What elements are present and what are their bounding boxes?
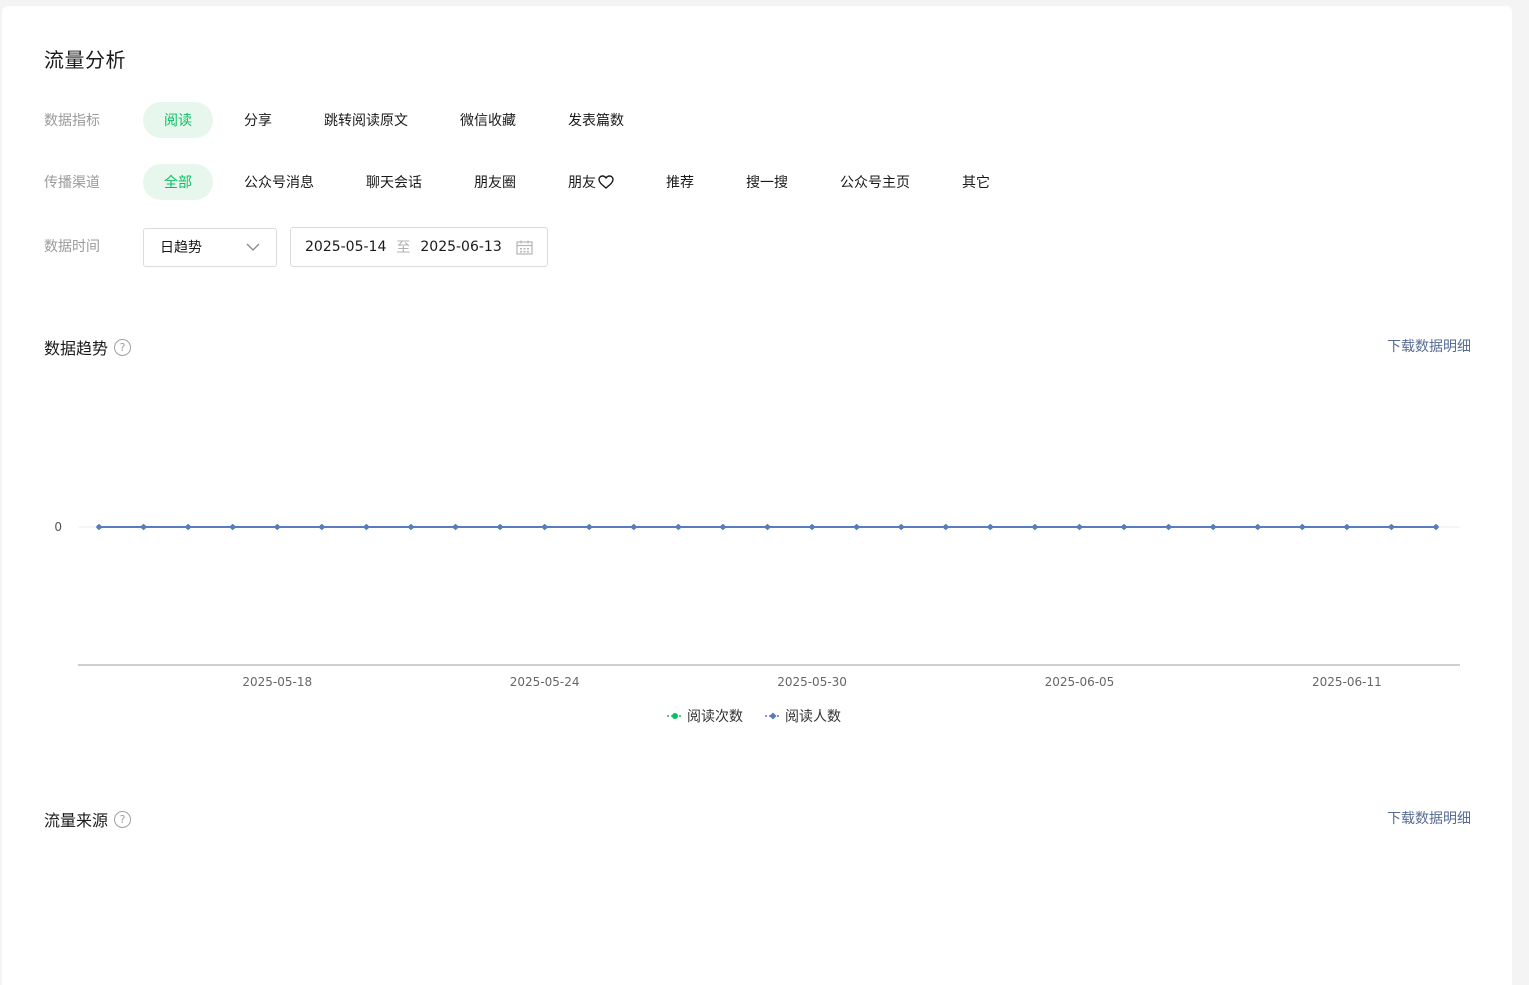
source-section-title: 流量来源 ? xyxy=(44,807,132,831)
point-s1-24 xyxy=(1165,523,1172,531)
chart-legend: 阅读次数 阅读人数 xyxy=(667,706,841,726)
point-s1-16 xyxy=(808,523,816,531)
point-s1-0 xyxy=(95,523,103,531)
point-s1-26 xyxy=(1254,523,1261,531)
point-s1-30 xyxy=(1432,523,1440,531)
point-s1-13 xyxy=(675,523,682,531)
point-s1-27 xyxy=(1299,523,1306,531)
x-tick-label-3: 2025-06-05 xyxy=(1045,675,1115,689)
point-s1-11 xyxy=(586,523,593,531)
point-s1-15 xyxy=(764,523,771,531)
point-s1-4 xyxy=(274,523,281,531)
point-s1-20 xyxy=(987,523,994,531)
x-tick-label-1: 2025-05-24 xyxy=(510,675,580,689)
point-s1-21 xyxy=(1031,523,1039,531)
point-s1-18 xyxy=(898,523,905,531)
point-s1-17 xyxy=(853,523,860,531)
x-tick-label-2: 2025-05-30 xyxy=(777,675,847,689)
legend-read-count-label: 阅读次数 xyxy=(687,709,743,725)
point-s1-25 xyxy=(1209,523,1217,531)
x-tick-label-0: 2025-05-18 xyxy=(242,675,312,689)
point-s1-14 xyxy=(719,523,727,531)
help-icon[interactable]: ? xyxy=(114,810,132,828)
point-s1-8 xyxy=(452,523,459,531)
legend-readers-label: 阅读人数 xyxy=(785,709,841,725)
y-tick-label: 0 xyxy=(54,520,62,534)
legend-item-read-count[interactable]: 阅读次数 xyxy=(667,706,743,726)
point-s1-7 xyxy=(407,523,415,531)
point-s1-3 xyxy=(229,523,236,531)
source-title-text: 流量来源 xyxy=(44,811,109,830)
point-s1-12 xyxy=(630,523,637,531)
point-s1-28 xyxy=(1343,523,1351,531)
legend-readers-marker xyxy=(765,712,781,720)
point-s1-29 xyxy=(1388,523,1395,531)
x-tick-label-4: 2025-06-11 xyxy=(1312,675,1382,689)
point-s1-23 xyxy=(1120,523,1128,531)
source-download-link[interactable]: 下载数据明细 xyxy=(1387,808,1471,828)
point-s1-22 xyxy=(1076,523,1083,531)
point-s1-1 xyxy=(140,523,147,531)
legend-item-readers[interactable]: 阅读人数 xyxy=(765,706,841,726)
point-s1-5 xyxy=(318,523,326,531)
point-s1-19 xyxy=(942,523,949,531)
point-s1-6 xyxy=(363,523,370,531)
point-s1-10 xyxy=(541,523,548,531)
legend-read-count-marker xyxy=(667,713,683,719)
point-s1-9 xyxy=(496,523,504,531)
point-s1-2 xyxy=(184,523,192,531)
trend-chart: 0 2025-05-18 2025-05-24 2025-05-30 2025-06-0… xyxy=(54,520,1460,689)
